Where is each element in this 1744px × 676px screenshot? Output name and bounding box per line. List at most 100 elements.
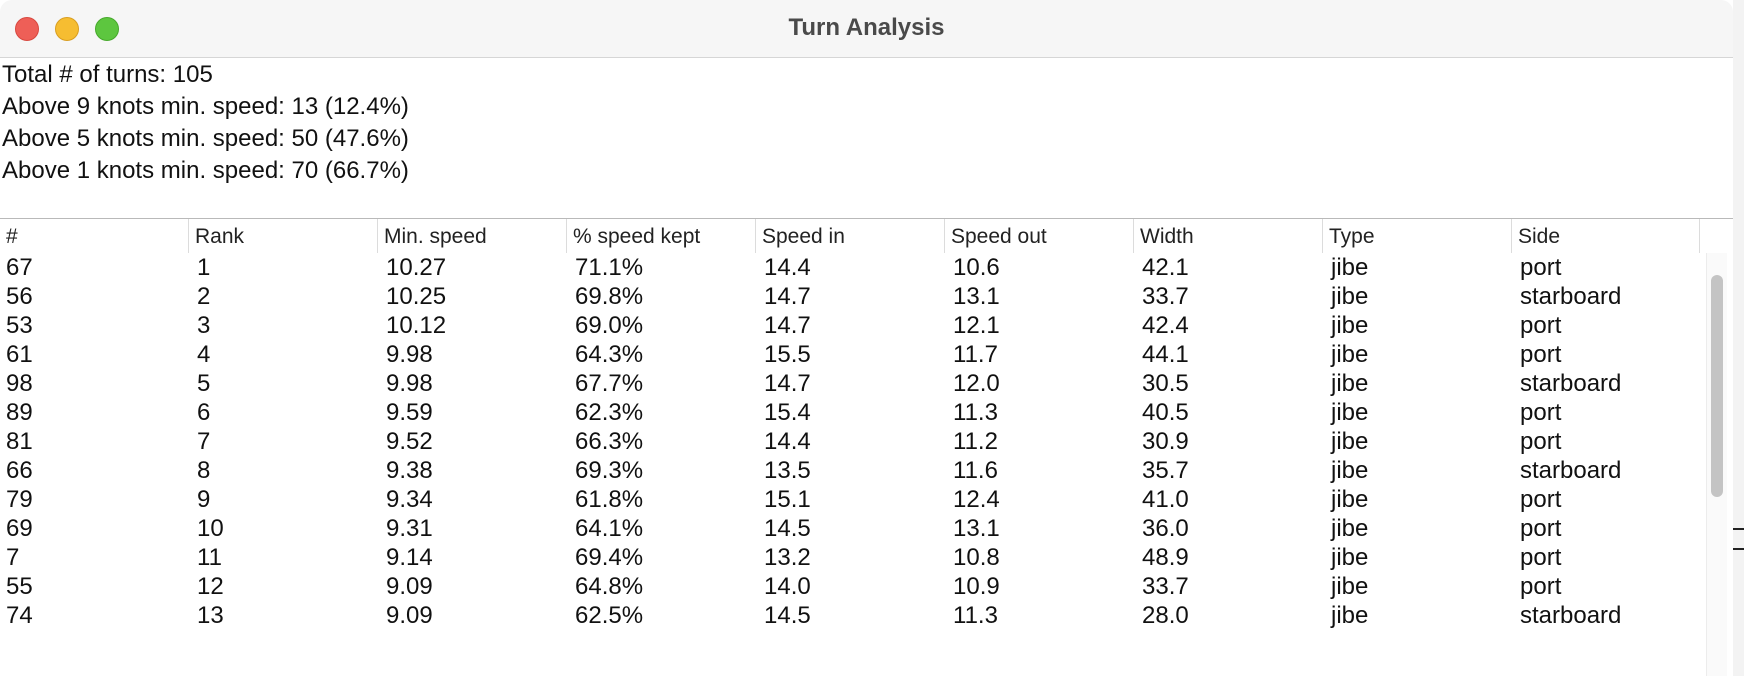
cell-width: 33.7 [1142, 283, 1189, 310]
cell-speed-in: 14.7 [764, 283, 811, 310]
column-header-number[interactable]: # [0, 219, 189, 253]
cell-width: 41.0 [1142, 486, 1189, 513]
cell-speed-out: 11.3 [953, 602, 998, 629]
cell-min-speed: 10.27 [386, 254, 447, 281]
cell-rank: 2 [197, 283, 211, 310]
cell-speed-out: 11.6 [953, 457, 998, 484]
cell-speed-kept: 69.4% [575, 544, 644, 571]
table-row[interactable]: 98 5 9.98 67.7% 14.7 12.0 30.5 jibe starboard [0, 368, 1700, 400]
table-row[interactable]: 53 3 10.12 69.0% 14.7 12.1 42.4 jibe port [0, 310, 1700, 342]
cell-rank: 11 [197, 544, 222, 571]
cell-speed-in: 14.0 [764, 573, 811, 600]
cell-side: port [1520, 341, 1562, 368]
cell-speed-in: 14.4 [764, 428, 811, 455]
desktop-background-edge [1732, 0, 1744, 676]
cell-width: 40.5 [1142, 399, 1189, 426]
cell-speed-kept: 67.7% [575, 370, 644, 397]
table-row[interactable]: 55 12 9.09 64.8% 14.0 10.9 33.7 jibe port [0, 571, 1700, 603]
cell-min-speed: 9.52 [386, 428, 433, 455]
cell-speed-kept: 69.3% [575, 457, 644, 484]
cell-turn-number: 56 [6, 283, 33, 310]
table-row[interactable]: 79 9 9.34 61.8% 15.1 12.4 41.0 jibe port [0, 484, 1700, 516]
cell-side: port [1520, 515, 1562, 542]
cell-type: jibe [1331, 457, 1369, 484]
summary-panel: Total # of turns: 105 Above 9 knots min.… [0, 58, 1733, 218]
table-row[interactable]: 69 10 9.31 64.1% 14.5 13.1 36.0 jibe port [0, 513, 1700, 545]
cell-turn-number: 67 [6, 254, 33, 281]
cell-side: starboard [1520, 283, 1622, 310]
cell-min-speed: 9.59 [386, 399, 433, 426]
column-header-speed-in[interactable]: Speed in [756, 219, 945, 253]
table-row[interactable]: 61 4 9.98 64.3% 15.5 11.7 44.1 jibe port [0, 339, 1700, 371]
cell-speed-kept: 62.3% [575, 399, 644, 426]
cell-turn-number: 98 [6, 370, 33, 397]
cell-speed-kept: 64.1% [575, 515, 644, 542]
cell-speed-kept: 64.3% [575, 341, 644, 368]
cell-rank: 6 [197, 399, 211, 426]
cell-type: jibe [1331, 573, 1369, 600]
column-header-min-speed[interactable]: Min. speed [378, 219, 567, 253]
cell-turn-number: 61 [6, 341, 33, 368]
cell-side: starboard [1520, 602, 1622, 629]
cell-width: 33.7 [1142, 573, 1189, 600]
cell-speed-out: 11.3 [953, 399, 998, 426]
cell-type: jibe [1331, 254, 1369, 281]
table-row[interactable]: 81 7 9.52 66.3% 14.4 11.2 30.9 jibe port [0, 426, 1700, 458]
cell-width: 48.9 [1142, 544, 1189, 571]
above-9-knots-text: Above 9 knots min. speed: 13 (12.4%) [2, 93, 409, 120]
column-header-side[interactable]: Side [1512, 219, 1700, 253]
cell-turn-number: 7 [6, 544, 20, 571]
cell-type: jibe [1331, 283, 1369, 310]
desktop-mark [1733, 548, 1744, 550]
vertical-scrollbar[interactable] [1706, 253, 1727, 676]
cell-side: starboard [1520, 370, 1622, 397]
cell-rank: 5 [197, 370, 211, 397]
column-header-rank[interactable]: Rank [189, 219, 378, 253]
cell-speed-kept: 61.8% [575, 486, 644, 513]
table-row[interactable]: 56 2 10.25 69.8% 14.7 13.1 33.7 jibe starboard [0, 281, 1700, 313]
cell-speed-in: 15.5 [764, 341, 811, 368]
total-turns-text: Total # of turns: 105 [2, 61, 213, 88]
cell-side: port [1520, 573, 1562, 600]
cell-rank: 13 [197, 602, 224, 629]
column-header-width[interactable]: Width [1134, 219, 1323, 253]
cell-speed-out: 12.0 [953, 370, 1000, 397]
cell-type: jibe [1331, 544, 1369, 571]
scrollbar-thumb[interactable] [1711, 275, 1723, 497]
cell-speed-in: 15.4 [764, 399, 811, 426]
column-header-speed-kept[interactable]: % speed kept [567, 219, 756, 253]
cell-min-speed: 9.34 [386, 486, 433, 513]
table-row[interactable]: 7 11 9.14 69.4% 13.2 10.8 48.9 jibe port [0, 542, 1700, 574]
cell-min-speed: 9.09 [386, 573, 433, 600]
cell-speed-out: 11.7 [953, 341, 998, 368]
above-1-knots-text: Above 1 knots min. speed: 70 (66.7%) [2, 157, 409, 184]
cell-min-speed: 10.12 [386, 312, 447, 339]
cell-speed-out: 10.8 [953, 544, 1000, 571]
column-header-speed-out[interactable]: Speed out [945, 219, 1134, 253]
cell-min-speed: 9.98 [386, 370, 433, 397]
cell-speed-out: 10.6 [953, 254, 1000, 281]
cell-speed-in: 14.7 [764, 370, 811, 397]
cell-turn-number: 89 [6, 399, 33, 426]
table-row[interactable]: 89 6 9.59 62.3% 15.4 11.3 40.5 jibe port [0, 397, 1700, 429]
table-row[interactable]: 74 13 9.09 62.5% 14.5 11.3 28.0 jibe starboard [0, 600, 1700, 632]
cell-rank: 8 [197, 457, 211, 484]
table-body: 67 1 10.27 71.1% 14.4 10.6 42.1 jibe port 56 2 10.2… [0, 252, 1700, 676]
cell-type: jibe [1331, 399, 1369, 426]
cell-speed-kept: 66.3% [575, 428, 644, 455]
column-header-type[interactable]: Type [1323, 219, 1512, 253]
cell-speed-out: 10.9 [953, 573, 1000, 600]
cell-type: jibe [1331, 428, 1369, 455]
cell-speed-out: 13.1 [953, 283, 1000, 310]
table-row[interactable]: 66 8 9.38 69.3% 13.5 11.6 35.7 jibe starboard [0, 455, 1700, 487]
title-bar[interactable]: Turn Analysis [0, 0, 1733, 58]
cell-width: 35.7 [1142, 457, 1189, 484]
table-row[interactable]: 67 1 10.27 71.1% 14.4 10.6 42.1 jibe port [0, 252, 1700, 284]
table-header: # Rank Min. speed % speed kept Speed in … [0, 219, 1700, 253]
cell-type: jibe [1331, 312, 1369, 339]
cell-rank: 3 [197, 312, 211, 339]
cell-rank: 12 [197, 573, 224, 600]
cell-turn-number: 66 [6, 457, 33, 484]
turns-table: # Rank Min. speed % speed kept Speed in … [0, 218, 1733, 676]
cell-side: port [1520, 544, 1562, 571]
